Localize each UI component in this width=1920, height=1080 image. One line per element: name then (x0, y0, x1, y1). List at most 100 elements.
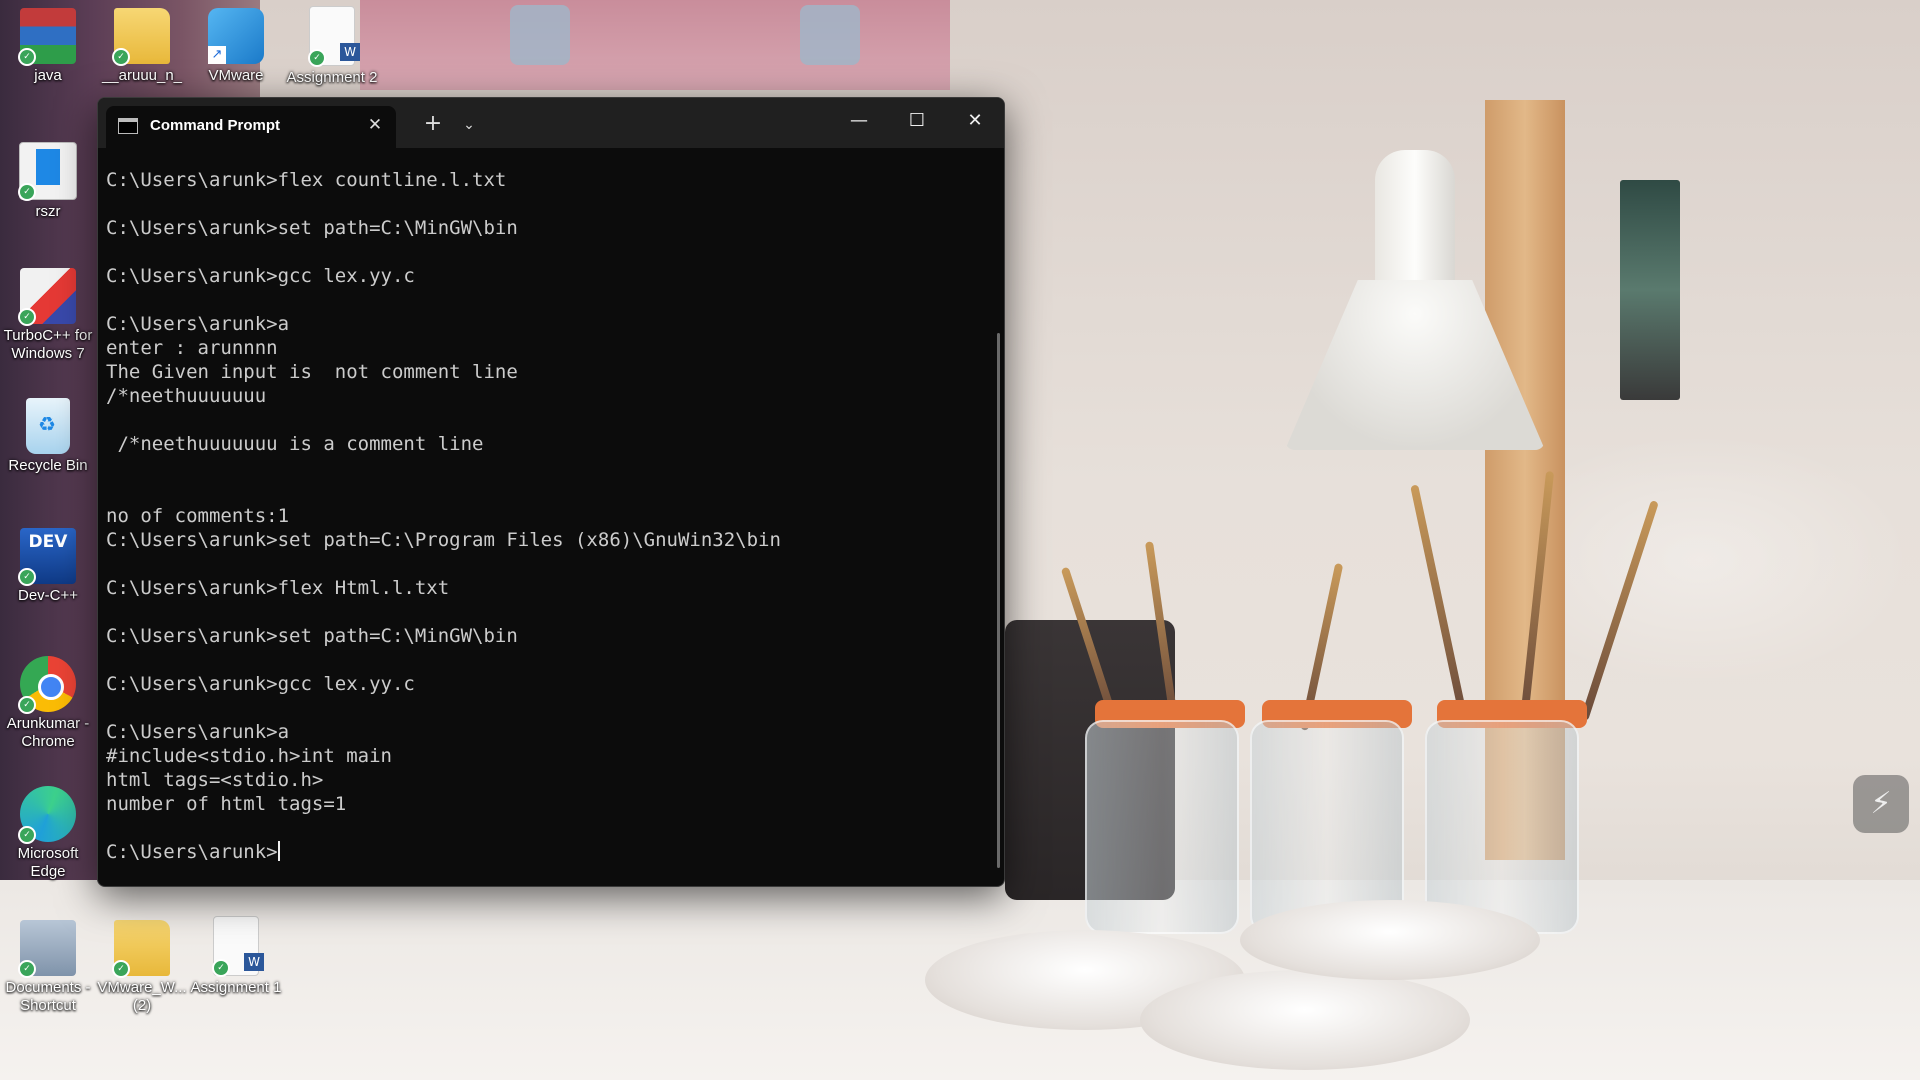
terminal-prompt: C:\Users\arunk> (106, 841, 278, 863)
wallpaper-dish (1240, 900, 1540, 980)
banner-pattern (510, 5, 570, 65)
desktop-icon-label: Assignment 2 (286, 69, 378, 86)
wallpaper-dish (1140, 970, 1470, 1070)
word-badge-icon: W (340, 43, 360, 61)
terminal-line: /*neethuuuuuuu is a comment line (106, 433, 484, 455)
documents-icon: ✓ (18, 920, 76, 978)
desktop-icon-recycle-bin[interactable]: ♻ Recycle Bin (0, 398, 96, 475)
sync-check-icon: ✓ (112, 960, 130, 978)
new-tab-button[interactable]: + (420, 112, 446, 138)
sync-check-icon: ✓ (112, 48, 130, 66)
title-bar[interactable]: Command Prompt ✕ + ⌄ — ☐ ✕ (98, 98, 1004, 148)
chrome-icon: ✓ (18, 656, 76, 714)
desktop-icon-chrome[interactable]: ✓ Arunkumar - Chrome (0, 656, 96, 751)
desktop-icon-label: __aruuu_n_ (101, 67, 183, 84)
turbo-cpp-icon: ✓ (18, 268, 76, 326)
terminal-line: C:\Users\arunk>set path=C:\Program Files… (106, 529, 781, 551)
banner-pattern (800, 5, 860, 65)
dev-cpp-icon: DEV ✓ (18, 528, 76, 586)
desktop-icon-assignment-2[interactable]: ✓ W Assignment 2 (284, 6, 380, 87)
terminal-history: C:\Users\arunk>flex countline.l.txt C:\U… (106, 169, 781, 815)
desktop-icon-label: TurboC++ for Windows 7 (3, 327, 93, 362)
desktop-icon-assignment-1[interactable]: ✓ W Assignment 1 (188, 916, 284, 997)
sync-check-icon: ✓ (18, 826, 36, 844)
sync-check-icon: ✓ (308, 49, 326, 67)
recycle-bin-icon: ♻ (26, 398, 70, 454)
terminal-line: html tags=<stdio.h> (106, 769, 324, 791)
terminal-line: enter : arunnnn (106, 337, 278, 359)
sync-check-icon: ✓ (18, 48, 36, 66)
terminal-icon (118, 118, 138, 134)
desktop-icon-rszr[interactable]: ✓ rszr (0, 142, 96, 221)
text-cursor (277, 841, 280, 861)
chrome-center (38, 674, 64, 700)
desktop-icon-label: Arunkumar - Chrome (6, 715, 90, 750)
folder-icon: ✓ (112, 920, 170, 978)
desktop-icon-label: Documents - Shortcut (5, 979, 91, 1014)
word-badge-icon: W (244, 953, 264, 971)
tab-title: Command Prompt (150, 117, 281, 134)
wallpaper-lamp-neck (1375, 150, 1455, 300)
close-tab-icon[interactable]: ✕ (364, 114, 386, 136)
desktop-icon-dev-cpp[interactable]: DEV ✓ Dev-C++ (0, 528, 96, 605)
sync-check-icon: ✓ (18, 183, 36, 201)
desktop-icon-label: rszr (35, 203, 61, 220)
app-glyph (36, 149, 60, 185)
terminal-line: C:\Users\arunk>gcc lex.yy.c (106, 265, 415, 287)
desktop-icon-vmware[interactable]: ↗ VMware (188, 8, 284, 85)
desktop-icon-label: Dev-C++ (17, 587, 79, 604)
floating-pen-button[interactable]: ⚡ (1853, 775, 1909, 833)
desktop-icon-label: Recycle Bin (8, 457, 88, 474)
desktop-icon-java[interactable]: ✓ java (0, 8, 96, 85)
sync-check-icon: ✓ (18, 568, 36, 586)
terminal-line: C:\Users\arunk>a (106, 721, 290, 743)
terminal-output[interactable]: C:\Users\arunk>flex countline.l.txt C:\U… (106, 168, 986, 880)
edge-icon: ✓ (18, 786, 76, 844)
tab-command-prompt[interactable]: Command Prompt ✕ (106, 106, 396, 148)
close-button[interactable]: ✕ (946, 98, 1004, 144)
terminal-line: /*neethuuuuuuu (106, 385, 267, 407)
sync-check-icon: ✓ (18, 308, 36, 326)
recycle-glyph: ♻ (38, 412, 56, 436)
minimize-button[interactable]: — (830, 98, 888, 144)
word-document-icon: ✓ W (212, 916, 264, 977)
chevron-down-icon[interactable]: ⌄ (456, 112, 482, 138)
desktop-icon-label: VMware_W... (2) (97, 979, 187, 1014)
terminal-line: #include<stdio.h>int main (106, 745, 392, 767)
desktop-icon-vmware-folder[interactable]: ✓ VMware_W... (2) (94, 920, 190, 1015)
terminal-line: C:\Users\arunk>gcc lex.yy.c (106, 673, 415, 695)
winrar-icon: ✓ (18, 8, 76, 66)
desktop-icon-label: Microsoft Edge (17, 845, 79, 880)
terminal-line: C:\Users\arunk>set path=C:\MinGW\bin (106, 625, 518, 647)
desktop-icon-documents-shortcut[interactable]: ✓ Documents - Shortcut (0, 920, 96, 1015)
terminal-line: The Given input is not comment line (106, 361, 518, 383)
terminal-line: C:\Users\arunk>flex countline.l.txt (106, 169, 507, 191)
desktop-icon-label: VMware (208, 67, 264, 84)
maximize-button[interactable]: ☐ (888, 98, 946, 144)
terminal-line: no of comments:1 (106, 505, 290, 527)
vmware-icon: ↗ (208, 8, 264, 64)
desktop-icon-edge[interactable]: ✓ Microsoft Edge (0, 786, 96, 881)
word-document-icon: ✓ W (308, 6, 360, 67)
wallpaper-banner (360, 0, 950, 90)
command-prompt-window[interactable]: Command Prompt ✕ + ⌄ — ☐ ✕ C:\Users\arun… (97, 97, 1005, 887)
terminal-line: C:\Users\arunk>flex Html.l.txt (106, 577, 450, 599)
terminal-line: C:\Users\arunk>a (106, 313, 290, 335)
desktop-icon-label: java (34, 67, 62, 84)
wallpaper-jar (1085, 720, 1239, 934)
desktop-icon-aruuu-n[interactable]: ✓ __aruuu_n_ (94, 8, 190, 85)
app-icon: ✓ (18, 142, 77, 201)
wallpaper-poster (1620, 180, 1680, 400)
folder-icon: ✓ (112, 8, 170, 66)
wallpaper-brush (1410, 484, 1468, 721)
pen-icon: ⚡ (1870, 786, 1892, 821)
sync-check-icon: ✓ (18, 696, 36, 714)
wallpaper-brush (1580, 500, 1659, 722)
scrollbar[interactable] (997, 333, 1000, 868)
terminal-line: C:\Users\arunk>set path=C:\MinGW\bin (106, 217, 518, 239)
terminal-line: number of html tags=1 (106, 793, 347, 815)
desktop-icon-turbocpp[interactable]: ✓ TurboC++ for Windows 7 (0, 268, 96, 363)
shortcut-arrow-icon: ↗ (208, 46, 226, 64)
desktop-icon-label: Assignment 1 (190, 979, 282, 996)
wallpaper-jar (1425, 720, 1579, 934)
